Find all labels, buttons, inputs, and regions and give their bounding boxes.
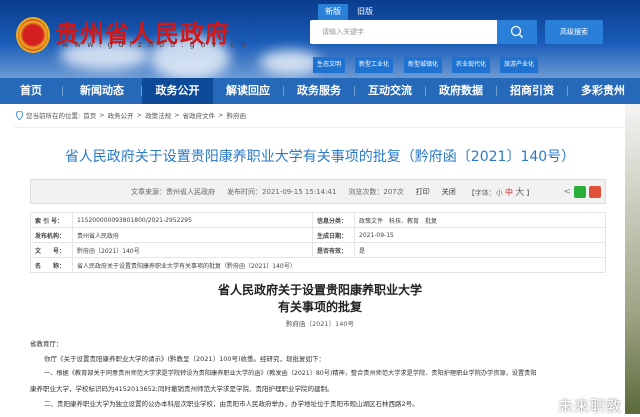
nav-gov-affairs-open[interactable]: 政务公开 <box>142 78 213 104</box>
search-input[interactable]: 请输入关键字 <box>310 20 498 44</box>
font-small[interactable]: 小 <box>496 189 503 197</box>
font-medium[interactable]: 中 <box>505 188 513 197</box>
breadcrumb-policy[interactable]: 政策法规 <box>145 110 171 120</box>
salutation: 省教育厅： <box>30 340 63 348</box>
paragraph-3: 二、贵阳康养职业大学为独立设置的公办本科层次职业学校，由贵阳市人民政府举办，办学… <box>44 400 419 408</box>
tag-tourism[interactable]: 旅游产业化 <box>500 57 539 73</box>
paragraph-2b: 康养职业大学，学校标识码为4152013652;同时撤销贵州师范大学求是学院、贵… <box>30 385 334 393</box>
share-icon[interactable]: < <box>563 187 571 197</box>
nav-investment[interactable]: 招商引资 <box>497 78 567 104</box>
article-info-bar: 文章来源：贵州省人民政府 发布时间：2021-09-15 15:14:41 浏览… <box>30 179 606 204</box>
site-url: www.guizhou.gov.cn <box>62 40 252 49</box>
tag-agriculture[interactable]: 农业现代化 <box>452 57 491 73</box>
site-header: 贵州省人民政府 www.guizhou.gov.cn 新版 旧版 请输入关键字 … <box>0 0 640 78</box>
breadcrumb: 您当前所在的位置: 首页 > 政务公开 > 政策法规 > 省政府文件 > 黔府函 <box>16 110 246 120</box>
nav-gov-data[interactable]: 政府数据 <box>426 78 496 104</box>
main-nav: 首页 新闻动态 政务公开 解读回应 政务服务 互动交流 政府数据 招商引资 多彩… <box>0 78 640 104</box>
document-number: 黔府函〔2021〕140号 <box>72 242 313 258</box>
nav-home[interactable]: 首页 <box>0 78 62 104</box>
body-heading-line1: 省人民政府关于设置贵阳康养职业大学 <box>217 283 422 297</box>
weibo-share-icon[interactable] <box>589 185 601 198</box>
breadcrumb-label: 您当前所在的位置: <box>26 112 81 120</box>
old-version-tab[interactable]: 旧版 <box>350 4 380 20</box>
nav-news[interactable]: 新闻动态 <box>63 78 141 104</box>
close-button[interactable]: 关闭 <box>442 187 456 197</box>
index-number: 115200000093801800/2021-2952295 <box>72 212 313 228</box>
print-button[interactable]: 打印 <box>416 187 430 197</box>
advanced-search-button[interactable]: 高级搜索 <box>545 20 603 44</box>
breadcrumb-gov-open[interactable]: 政务公开 <box>108 110 134 120</box>
publishing-org: 贵州省人民政府 <box>72 227 313 243</box>
font-size-control: 【字体：小 中 大 】 <box>467 188 534 198</box>
tag-urbanization[interactable]: 新型城镇化 <box>404 57 443 73</box>
search-icon <box>510 25 523 38</box>
document-name: 省人民政府关于设置贵阳康养职业大学有关事项的批复（黔府函〔2021〕140号） <box>72 257 606 273</box>
paragraph-2a: 一、根据《教育部关于同意贵州师范大学求是学院转设为贵阳康养职业大学的函》(教发函… <box>44 370 537 377</box>
nav-interaction[interactable]: 互动交流 <box>355 78 425 104</box>
article-title: 省人民政府关于设置贵阳康养职业大学有关事项的批复（黔府函〔2021〕140号） <box>64 149 576 165</box>
national-emblem-logo <box>16 17 50 53</box>
body-heading-line2: 有关事项的批复 <box>277 300 362 314</box>
info-category: 政策文件 科技、教育 批复 <box>354 212 606 228</box>
new-version-tab[interactable]: 新版 <box>318 4 348 20</box>
breadcrumb-home[interactable]: 首页 <box>83 110 96 120</box>
is-valid: 是 <box>354 242 606 258</box>
location-pin-icon <box>16 110 23 120</box>
paragraph-1: 你厅《关于设置贵阳康养职业大学的请示》(黔教呈〔2021〕100号)收悉。经研究… <box>44 355 326 363</box>
publish-time: 发布时间：2021-09-15 15:14:41 <box>227 187 337 196</box>
tag-ecology[interactable]: 生态文明 <box>313 57 346 73</box>
creation-date: 2021-09-15 <box>354 227 606 243</box>
nav-colorful-guizhou[interactable]: 多彩贵州 <box>568 78 638 104</box>
search-button[interactable] <box>497 20 537 44</box>
wechat-share-icon[interactable] <box>574 185 586 198</box>
breadcrumb-current[interactable]: 黔府函 <box>227 110 247 120</box>
view-count: 浏览次数：207次 <box>348 187 404 196</box>
font-large[interactable]: 大 <box>515 188 524 198</box>
breadcrumb-docs[interactable]: 省政府文件 <box>183 110 216 120</box>
tag-industrialization[interactable]: 新型工业化 <box>355 57 394 73</box>
article-source: 文章来源：贵州省人民政府 <box>131 187 215 196</box>
nav-gov-services[interactable]: 政务服务 <box>284 78 354 104</box>
nav-interpretation[interactable]: 解读回应 <box>213 78 283 104</box>
body-doc-number: 黔府函〔2021〕140号 <box>286 320 354 328</box>
watermark: 未来职教 <box>558 397 623 415</box>
document-metadata-table: 索 引 号： 115200000093801800/2021-2952295 信息分… <box>30 212 606 273</box>
